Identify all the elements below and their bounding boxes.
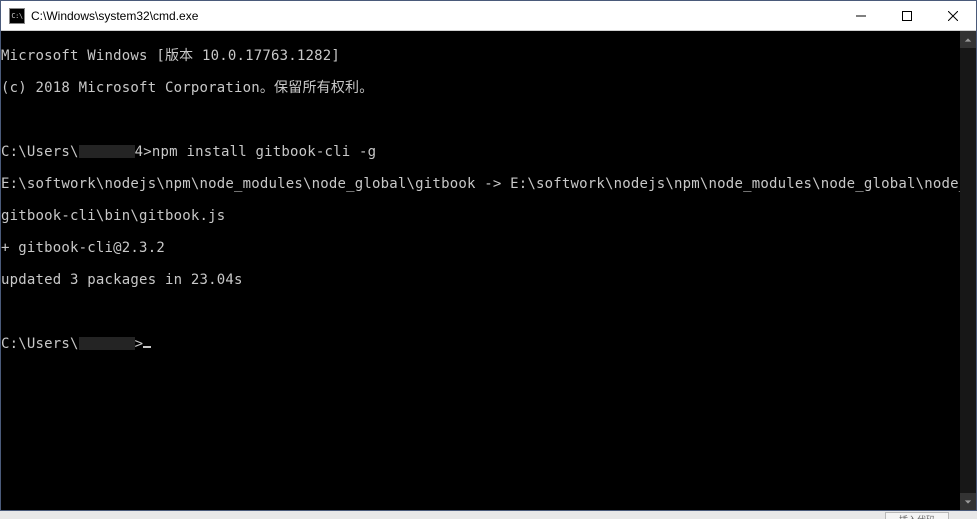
terminal-cursor xyxy=(143,346,151,348)
window-controls xyxy=(838,1,976,30)
chevron-down-icon xyxy=(964,498,972,506)
minimize-icon xyxy=(856,11,866,21)
scroll-down-button[interactable] xyxy=(960,493,976,510)
maximize-icon xyxy=(902,11,912,21)
chevron-up-icon xyxy=(964,36,972,44)
terminal-prompt-line: C:\Users\> xyxy=(1,336,976,352)
ime-hint: 插入代码 xyxy=(885,512,949,519)
terminal-line: E:\softwork\nodejs\npm\node_modules\node… xyxy=(1,176,976,192)
redacted-username xyxy=(79,337,135,350)
minimize-button[interactable] xyxy=(838,1,884,30)
terminal-line: + gitbook-cli@2.3.2 xyxy=(1,240,976,256)
close-icon xyxy=(948,11,958,21)
close-button[interactable] xyxy=(930,1,976,30)
terminal-body[interactable]: Microsoft Windows [版本 10.0.17763.1282] (… xyxy=(1,31,976,510)
terminal-line: gitbook-cli\bin\gitbook.js xyxy=(1,208,976,224)
cmd-icon: C:\ xyxy=(9,8,25,24)
terminal-line xyxy=(1,304,976,320)
terminal-line: (c) 2018 Microsoft Corporation。保留所有权利。 xyxy=(1,80,976,96)
vertical-scrollbar[interactable] xyxy=(960,31,976,510)
scroll-up-button[interactable] xyxy=(960,31,976,48)
redacted-username xyxy=(79,145,135,158)
terminal-line: Microsoft Windows [版本 10.0.17763.1282] xyxy=(1,48,976,64)
titlebar[interactable]: C:\ C:\Windows\system32\cmd.exe xyxy=(1,1,976,31)
terminal-line xyxy=(1,112,976,128)
maximize-button[interactable] xyxy=(884,1,930,30)
cmd-window: C:\ C:\Windows\system32\cmd.exe Microsof… xyxy=(0,0,977,511)
terminal-prompt-line: C:\Users\4>npm install gitbook-cli -g xyxy=(1,144,976,160)
window-title: C:\Windows\system32\cmd.exe xyxy=(31,9,838,23)
terminal-line: updated 3 packages in 23.04s xyxy=(1,272,976,288)
